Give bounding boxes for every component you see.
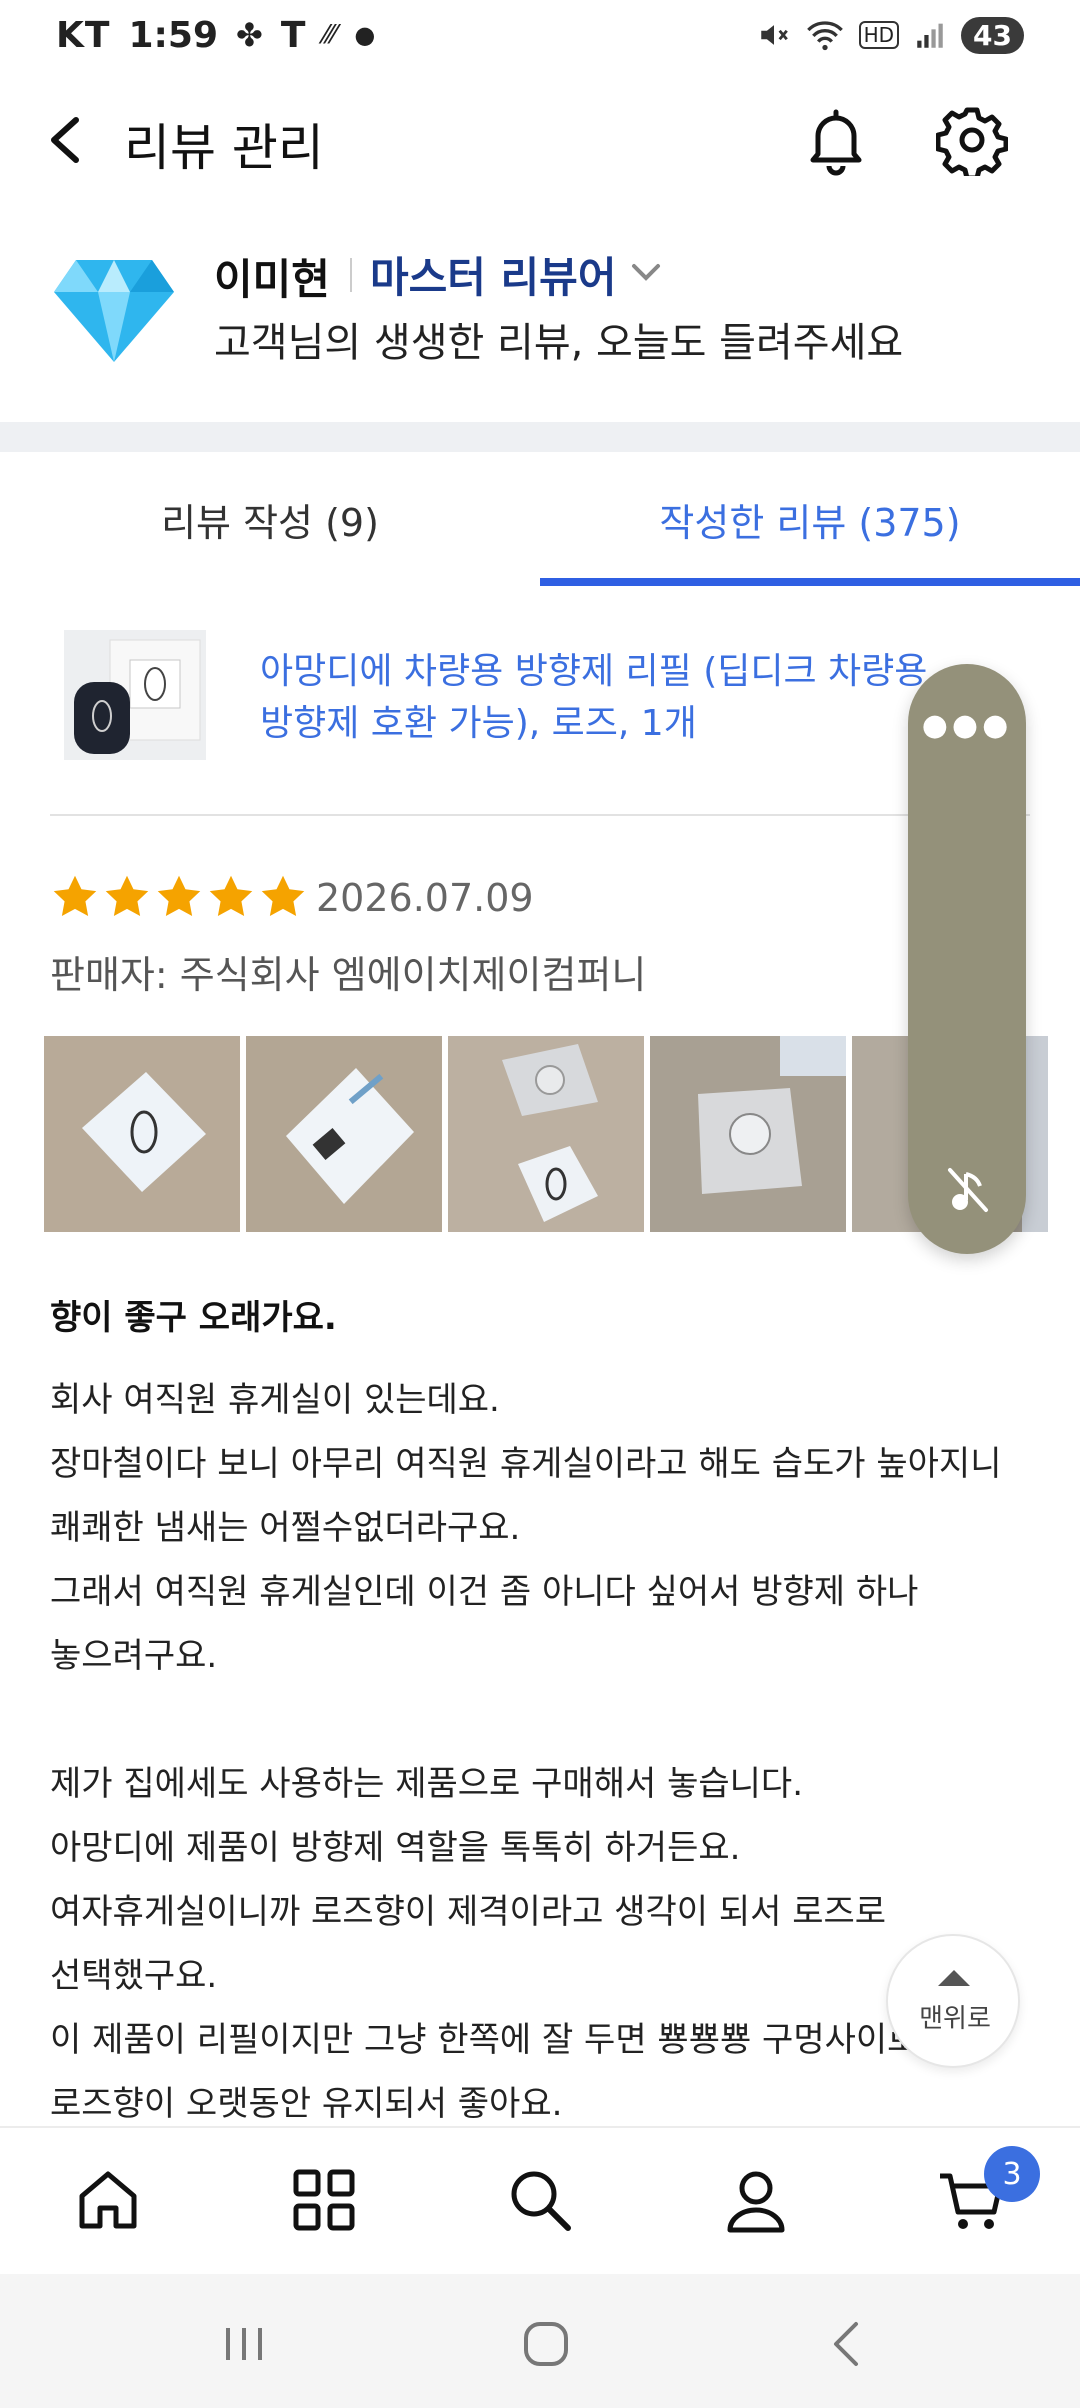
star-rating xyxy=(50,872,308,922)
review-line: 아망디에 제품이 방향제 역할을 톡톡히 하거든요. xyxy=(50,1828,741,1868)
system-navigation-bar xyxy=(0,2274,1080,2408)
tab-write-review[interactable]: 리뷰 작성 (9) xyxy=(0,452,540,586)
review-line: 제가 집에세도 사용하는 제품으로 구매해서 놓습니다. xyxy=(50,1764,804,1804)
signal-strength-icon: ⁄⁄⁄ xyxy=(323,20,337,50)
home-button-icon[interactable] xyxy=(516,2314,576,2374)
diamond-badge-icon xyxy=(54,260,174,362)
separator xyxy=(350,258,352,292)
carrier-label: KT xyxy=(56,14,111,56)
star-icon xyxy=(209,875,253,916)
scroll-to-top-label: 맨위로 xyxy=(919,2004,991,2034)
grid-icon[interactable] xyxy=(288,2164,360,2236)
review-line: 회사 여직원 휴게실이 있는데요. xyxy=(50,1380,500,1420)
bottom-navigation: 3 xyxy=(0,2126,1080,2274)
t-icon: T xyxy=(280,14,306,56)
review-photo[interactable] xyxy=(650,1036,846,1232)
back-button-icon[interactable] xyxy=(818,2314,878,2374)
star-icon xyxy=(105,875,149,916)
dot-icon: ● xyxy=(354,21,376,49)
mute-status-icon xyxy=(760,25,788,45)
scroll-to-top-button[interactable]: 맨위로 xyxy=(886,1934,1020,2068)
review-title: 향이 좋구 오래가요. xyxy=(50,1298,337,1338)
clock: 1:59 xyxy=(128,14,218,56)
clover-icon: ✤ xyxy=(236,16,263,54)
section-divider xyxy=(0,422,1080,452)
reviewer-level[interactable]: 마스터 리뷰어 xyxy=(370,244,616,305)
tab-written-reviews[interactable]: 작성한 리뷰 (375) xyxy=(540,452,1080,586)
back-arrow-icon[interactable] xyxy=(40,108,100,172)
user-icon[interactable] xyxy=(720,2164,792,2236)
home-icon[interactable] xyxy=(72,2164,144,2236)
floating-media-control[interactable]: ●●● xyxy=(908,664,1026,1254)
review-line xyxy=(50,1694,1030,1758)
review-line: 쾌쾌한 냄새는 어쩔수없더라구요. xyxy=(50,1508,521,1548)
bell-icon[interactable] xyxy=(800,104,872,176)
review-line: 이 제품이 리필이지만 그냥 한쪽에 잘 두면 뿅뿅뿅 구멍사이로 xyxy=(50,2020,919,2060)
review-photo[interactable] xyxy=(448,1036,644,1232)
seller-name: 판매자: 주식회사 엠에이치제이컴퍼니 xyxy=(50,953,647,997)
mute-icon[interactable] xyxy=(944,1164,992,1216)
app-header: 리뷰 관리 xyxy=(0,80,1080,200)
review-tabs: 리뷰 작성 (9) 작성한 리뷰 (375) xyxy=(0,452,1080,586)
cart-count-badge: 3 xyxy=(984,2146,1040,2202)
cell-signal-icon xyxy=(917,23,943,48)
review-line: 선택했구요. xyxy=(50,1956,218,1996)
reviewer-profile: 이미현 마스터 리뷰어 고객님의 생생한 리뷰, 오늘도 들려주세요 xyxy=(0,220,1080,420)
star-icon xyxy=(261,875,305,916)
review-line: 장마철이다 보니 아무리 여직원 휴게실이라고 해도 습도가 높아지니 xyxy=(50,1444,1002,1484)
product-thumbnail[interactable] xyxy=(64,630,206,760)
star-icon xyxy=(53,875,97,916)
hd-icon: HD xyxy=(858,21,900,49)
review-body: 회사 여직원 휴게실이 있는데요. 장마철이다 보니 아무리 여직원 휴게실이라… xyxy=(50,1374,1030,2142)
review-line: 그래서 여직원 휴게실인데 이건 좀 아니다 싶어서 방향제 하나 xyxy=(50,1572,919,1612)
review-date: 2026.07.09 xyxy=(316,876,534,920)
star-icon xyxy=(157,875,201,916)
review-photo[interactable] xyxy=(44,1036,240,1232)
review-line: 여자휴게실이니까 로즈향이 제격이라고 생각이 되서 로즈로 xyxy=(50,1892,887,1932)
product-name-link[interactable]: 아망디에 차량용 방향제 리필 (딥디크 차량용 방향제 호환 가능), 로즈,… xyxy=(260,646,940,750)
battery-indicator: 43 xyxy=(961,16,1024,54)
up-arrow-icon xyxy=(938,1970,970,1986)
gear-icon[interactable] xyxy=(936,104,1008,176)
profile-message: 고객님의 생생한 리뷰, 오늘도 들려주세요 xyxy=(214,320,904,366)
search-icon[interactable] xyxy=(504,2164,576,2236)
recent-apps-icon[interactable] xyxy=(214,2314,274,2374)
review-photo[interactable] xyxy=(246,1036,442,1232)
status-bar: KT 1:59 ✤ T ⁄⁄⁄ ● HD 43 xyxy=(0,0,1080,70)
wifi-icon xyxy=(806,21,843,51)
review-line: 놓으려구요. xyxy=(50,1636,218,1676)
page-title: 리뷰 관리 xyxy=(124,119,324,177)
divider xyxy=(50,814,1030,816)
reviewer-name: 이미현 xyxy=(214,255,330,304)
chevron-down-icon[interactable] xyxy=(630,262,662,284)
more-icon[interactable]: ●●● xyxy=(908,708,1026,743)
active-tab-indicator xyxy=(540,578,1080,586)
